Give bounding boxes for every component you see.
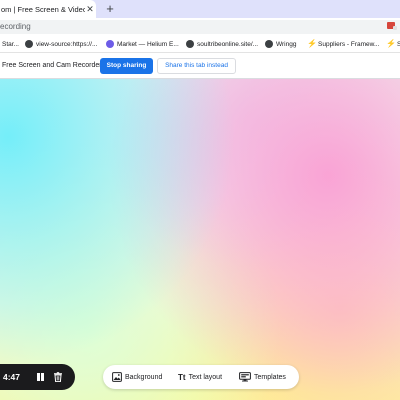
- bookmark-item[interactable]: ⚡ S: [386, 36, 400, 52]
- globe-icon: [25, 40, 33, 48]
- bookmark-item[interactable]: soultribeonline.site/...: [186, 36, 258, 52]
- helium-icon: [106, 40, 114, 48]
- background-button[interactable]: Background: [112, 365, 162, 389]
- bookmarks-bar: Star... view-source:https://... Market —…: [0, 36, 400, 53]
- bookmark-label: soultribeonline.site/...: [197, 40, 259, 48]
- bookmark-label: Star...: [2, 40, 19, 48]
- trash-icon[interactable]: [53, 372, 63, 382]
- bookmark-label: Wringg: [276, 40, 297, 48]
- text-layout-icon: Tt: [178, 372, 186, 382]
- bookmark-item[interactable]: Wringg: [265, 36, 296, 52]
- recorder-controls: 4:47: [0, 364, 75, 390]
- gradient-canvas: [0, 79, 400, 400]
- template-toolbar: Background Tt Text layout Templates: [103, 365, 299, 389]
- bookmark-item[interactable]: view-source:https://...: [25, 36, 97, 52]
- background-label: Background: [125, 373, 163, 381]
- active-tab[interactable]: om | Free Screen & Video Recor ✕: [0, 0, 96, 18]
- close-tab-icon[interactable]: ✕: [85, 4, 95, 15]
- new-tab-button[interactable]: +: [103, 1, 117, 16]
- globe-icon: [186, 40, 194, 48]
- bolt-icon: ⚡: [386, 39, 396, 48]
- stop-sharing-button[interactable]: Stop sharing: [100, 58, 153, 74]
- text-layout-button[interactable]: Tt Text layout: [178, 365, 222, 389]
- share-this-tab-button[interactable]: Share this tab instead: [157, 58, 236, 74]
- templates-button[interactable]: Templates: [239, 365, 286, 389]
- extension-icon[interactable]: [387, 22, 397, 30]
- pause-icon[interactable]: [36, 373, 44, 381]
- globe-icon: [265, 40, 273, 48]
- screen: om | Free Screen & Video Recor ✕ + ecord…: [0, 0, 400, 400]
- recording-timer: 4:47: [3, 372, 21, 382]
- monitor-icon: [239, 372, 251, 382]
- bookmark-label: Suppliers - Framew...: [318, 40, 380, 48]
- sharing-infobar: Free Screen and Cam Recorder Stop sharin…: [0, 53, 400, 79]
- bookmark-label: Market — Helium E...: [117, 40, 179, 48]
- tab-strip: om | Free Screen & Video Recor ✕ +: [0, 0, 400, 18]
- url-text: ecording: [0, 22, 31, 31]
- bolt-icon: ⚡: [307, 39, 317, 48]
- bookmark-label: view-source:https://...: [36, 40, 98, 48]
- omnibox[interactable]: ecording: [0, 20, 400, 34]
- image-icon: [112, 372, 122, 382]
- bookmark-item[interactable]: Market — Helium E...: [106, 36, 179, 52]
- tab-title: om | Free Screen & Video Recor: [1, 4, 85, 14]
- address-bar: ecording: [0, 18, 400, 36]
- templates-label: Templates: [254, 373, 286, 381]
- bookmark-item[interactable]: ⚡ Suppliers - Framew...: [307, 36, 379, 52]
- bookmark-item[interactable]: Star...: [2, 36, 19, 52]
- sharing-message: Free Screen and Cam Recorder: [2, 62, 102, 69]
- text-layout-label: Text layout: [188, 373, 223, 381]
